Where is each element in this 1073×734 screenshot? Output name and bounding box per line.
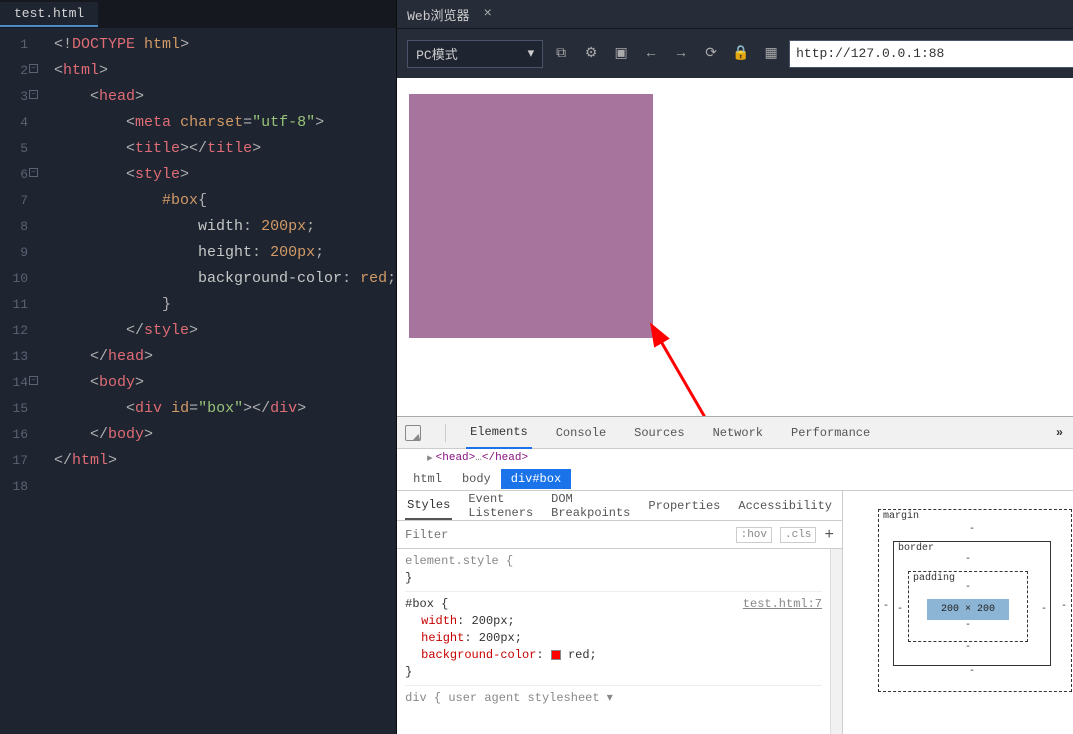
gear-icon[interactable]: ⚙: [583, 46, 599, 62]
screenshot-icon[interactable]: ▣: [613, 46, 629, 62]
tab-network[interactable]: Network: [709, 418, 767, 448]
box-model-content[interactable]: 200 × 200: [927, 599, 1009, 620]
browser-pane: Web浏览器 × PC模式▾ ⧉ ⚙ ▣ ← → ⟳ 🔒 ▦ http://12…: [396, 0, 1073, 734]
editor-tab[interactable]: test.html: [0, 2, 98, 27]
toolbar-icons: ⧉ ⚙ ▣ ← → ⟳ 🔒 ▦: [553, 46, 779, 62]
styles-pane: Styles Event Listeners DOM Breakpoints P…: [397, 491, 843, 734]
crumb-body[interactable]: body: [452, 469, 501, 489]
scrollbar[interactable]: [830, 549, 842, 734]
editor-tab-bar: test.html: [0, 0, 396, 28]
box-model-border[interactable]: border - - - padding - 200 × 200 - -: [893, 541, 1051, 666]
rendered-box[interactable]: [409, 94, 653, 338]
browser-tab-title[interactable]: Web浏览器: [407, 5, 469, 24]
cls-toggle[interactable]: .cls: [780, 527, 816, 543]
code-area[interactable]: <!DOCTYPE html><html> <head> <meta chars…: [36, 28, 396, 734]
close-icon[interactable]: ×: [484, 6, 492, 22]
url-input[interactable]: http://127.0.0.1:88: [789, 40, 1073, 68]
devtools: ▣ ✕ Elements Console Sources Network Per…: [397, 416, 1073, 734]
breadcrumb: html body div#box: [397, 467, 1073, 491]
subtab-properties[interactable]: Properties: [646, 493, 722, 519]
line-gutter: 12−3−456−7891011121314−15161718: [0, 28, 36, 734]
browser-toolbar: PC模式▾ ⧉ ⚙ ▣ ← → ⟳ 🔒 ▦ http://127.0.0.1:8…: [397, 28, 1073, 78]
tab-sources[interactable]: Sources: [630, 418, 688, 448]
inspect-icon[interactable]: [405, 425, 421, 441]
viewport: [397, 78, 1073, 416]
mode-select[interactable]: PC模式▾: [407, 40, 543, 68]
add-rule-icon[interactable]: +: [824, 526, 834, 544]
external-icon[interactable]: ⧉: [553, 46, 569, 62]
box-model-padding[interactable]: padding - 200 × 200 -: [908, 571, 1028, 642]
tab-console[interactable]: Console: [552, 418, 610, 448]
chevron-down-icon: ▾: [528, 46, 535, 61]
editor-body[interactable]: 12−3−456−7891011121314−15161718 <!DOCTYP…: [0, 28, 396, 734]
elements-tree-line[interactable]: ▸<head>…</head>: [397, 449, 1073, 467]
styles-subtabs: Styles Event Listeners DOM Breakpoints P…: [397, 491, 842, 521]
forward-icon[interactable]: →: [673, 46, 689, 62]
tab-performance[interactable]: Performance: [787, 418, 874, 448]
more-tabs-icon[interactable]: »: [1056, 426, 1063, 440]
crumb-html[interactable]: html: [403, 469, 452, 489]
back-icon[interactable]: ←: [643, 46, 659, 62]
hov-toggle[interactable]: :hov: [736, 527, 772, 543]
tab-elements[interactable]: Elements: [466, 417, 532, 449]
box-model-margin[interactable]: margin - - - border - - - padding - 200 …: [878, 509, 1072, 692]
subtab-styles[interactable]: Styles: [405, 492, 452, 520]
subtab-accessibility[interactable]: Accessibility: [736, 493, 834, 519]
filter-input[interactable]: [405, 528, 727, 542]
css-rules[interactable]: element.style { } test.html:7 #box { wid…: [397, 549, 830, 734]
color-swatch[interactable]: [551, 650, 561, 660]
crumb-divbox[interactable]: div#box: [501, 469, 571, 489]
reload-icon[interactable]: ⟳: [703, 46, 719, 62]
code-editor-pane: test.html 12−3−456−7891011121314−1516171…: [0, 0, 396, 734]
lock-icon[interactable]: 🔒: [733, 46, 749, 62]
devtools-tabs: Elements Console Sources Network Perform…: [397, 417, 1073, 449]
box-model-pane: margin - - - border - - - padding - 200 …: [843, 491, 1073, 734]
grid-icon[interactable]: ▦: [763, 46, 779, 62]
browser-tab-bar: Web浏览器 ×: [397, 0, 1073, 28]
filter-row: :hov .cls +: [397, 521, 842, 549]
source-link[interactable]: test.html:7: [743, 596, 822, 613]
